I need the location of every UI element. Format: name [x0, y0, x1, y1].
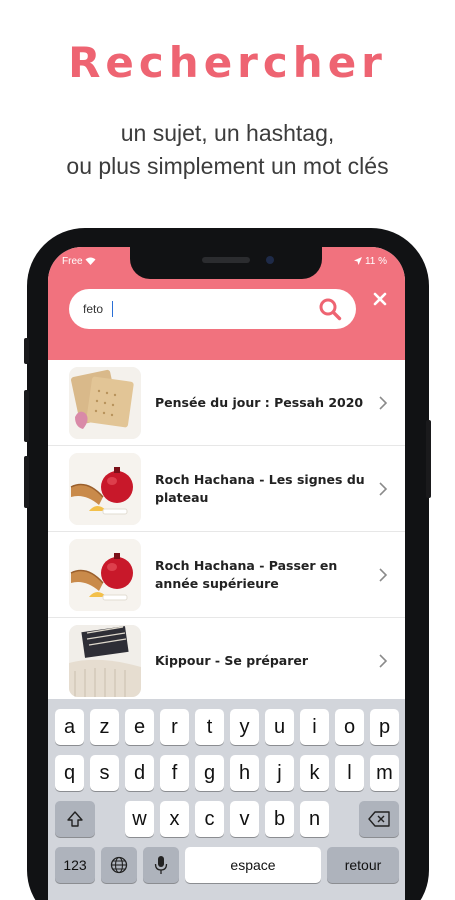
status-battery: 11 %: [354, 256, 387, 267]
search-bar[interactable]: [69, 289, 356, 329]
key-n[interactable]: n: [300, 801, 329, 837]
key-l[interactable]: l: [335, 755, 364, 791]
phone-side-button: [24, 338, 29, 364]
phone-power-button: [426, 420, 431, 498]
key-w[interactable]: w: [125, 801, 154, 837]
subtitle-line-2: ou plus simplement un mot clés: [66, 153, 389, 179]
key-r[interactable]: r: [160, 709, 189, 745]
return-key[interactable]: retour: [327, 847, 399, 883]
front-camera: [266, 256, 274, 264]
numbers-key[interactable]: 123: [55, 847, 95, 883]
result-thumbnail: [69, 453, 141, 525]
search-icon[interactable]: [318, 297, 342, 321]
page-headline: Rechercher: [68, 38, 387, 87]
key-d[interactable]: d: [125, 755, 154, 791]
status-carrier: Free: [62, 256, 96, 267]
close-icon[interactable]: [370, 289, 390, 309]
key-y[interactable]: y: [230, 709, 259, 745]
globe-icon: [110, 856, 128, 874]
chevron-right-icon: [379, 482, 388, 496]
backspace-icon: [368, 811, 390, 827]
phone-notch: [130, 247, 322, 279]
key-h[interactable]: h: [230, 755, 259, 791]
key-o[interactable]: o: [335, 709, 364, 745]
key-t[interactable]: t: [195, 709, 224, 745]
key-j[interactable]: j: [265, 755, 294, 791]
list-item[interactable]: Roch Hachana - Les signes du plateau: [48, 446, 405, 532]
text-caret: [112, 301, 113, 317]
key-m[interactable]: m: [370, 755, 399, 791]
space-key[interactable]: espace: [185, 847, 321, 883]
list-item[interactable]: Roch Hachana - Passer en année supérieur…: [48, 532, 405, 618]
key-p[interactable]: p: [370, 709, 399, 745]
key-a[interactable]: a: [55, 709, 84, 745]
key-x[interactable]: x: [160, 801, 189, 837]
location-arrow-icon: [354, 257, 363, 266]
microphone-key[interactable]: [143, 847, 179, 883]
wifi-icon: [85, 257, 96, 266]
virtual-keyboard: a z e r t y u i o p q s d f g h j k l m …: [48, 699, 405, 900]
key-c[interactable]: c: [195, 801, 224, 837]
key-s[interactable]: s: [90, 755, 119, 791]
key-z[interactable]: z: [90, 709, 119, 745]
key-u[interactable]: u: [265, 709, 294, 745]
result-title: Roch Hachana - Les signes du plateau: [155, 472, 365, 505]
search-input[interactable]: [83, 300, 303, 318]
result-thumbnail: [69, 625, 141, 697]
key-g[interactable]: g: [195, 755, 224, 791]
key-e[interactable]: e: [125, 709, 154, 745]
shift-key[interactable]: [55, 801, 95, 837]
shift-icon: [67, 811, 83, 827]
list-item[interactable]: Pensée du jour : Pessah 2020: [48, 360, 405, 446]
result-title: Kippour - Se préparer: [155, 653, 309, 668]
key-v[interactable]: v: [230, 801, 259, 837]
phone-volume-down: [24, 456, 29, 508]
delete-key[interactable]: [359, 801, 399, 837]
chevron-right-icon: [379, 568, 388, 582]
key-i[interactable]: i: [300, 709, 329, 745]
key-b[interactable]: b: [265, 801, 294, 837]
subtitle-line-1: un sujet, un hashtag,: [120, 120, 335, 146]
key-f[interactable]: f: [160, 755, 189, 791]
globe-key[interactable]: [101, 847, 137, 883]
phone-screen: Free 11 % feto Pensée du jour: Pessah 2…: [48, 247, 405, 900]
search-header: Free 11 %: [48, 247, 405, 360]
result-title: Roch Hachana - Passer en année supérieur…: [155, 558, 338, 591]
result-title: Pensée du jour : Pessah 2020: [155, 395, 364, 410]
speaker-grille: [202, 257, 250, 263]
chevron-right-icon: [379, 654, 388, 668]
result-thumbnail: [69, 367, 141, 439]
key-q[interactable]: q: [55, 755, 84, 791]
list-item[interactable]: Kippour - Se préparer: [48, 618, 405, 704]
key-k[interactable]: k: [300, 755, 329, 791]
phone-volume-up: [24, 390, 29, 442]
results-list: Pensée du jour : Pessah 2020 Roch Hachan…: [48, 360, 405, 704]
microphone-icon: [154, 856, 168, 874]
chevron-right-icon: [379, 396, 388, 410]
result-thumbnail: [69, 539, 141, 611]
